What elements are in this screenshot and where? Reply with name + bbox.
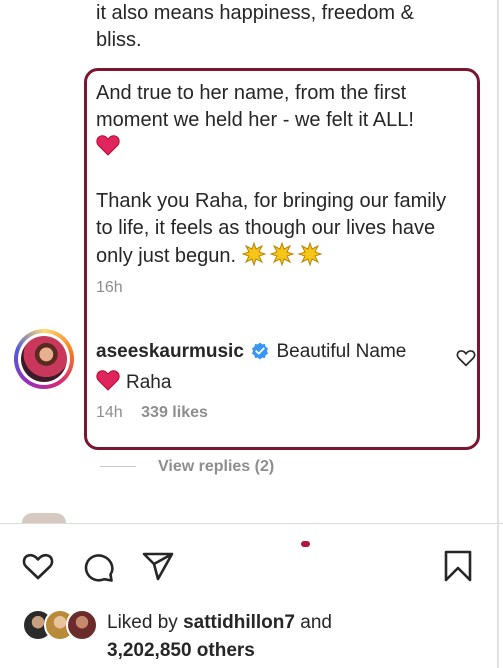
share-paper-plane-icon[interactable] — [140, 548, 176, 584]
caption-paragraph-2: Thank you Raha, for bringing our family … — [96, 188, 456, 274]
comment-timestamp: 14h — [96, 404, 123, 421]
comment-heart-emoji-icon — [96, 369, 120, 400]
liked-by-username[interactable]: sattidhillon7 — [183, 612, 295, 633]
comment-username[interactable]: aseeskaurmusic — [96, 341, 244, 362]
liked-by-summary: Liked by sattidhillon7 and 3,202,850 oth… — [107, 609, 332, 665]
sparkle-emoji-icons — [241, 241, 326, 274]
right-edge-border — [497, 0, 499, 668]
view-replies-label: View replies (2) — [158, 458, 275, 475]
liked-by-avatars[interactable] — [22, 609, 102, 641]
view-replies-link[interactable]: View replies (2) — [100, 458, 274, 476]
commenter-avatar[interactable] — [14, 329, 74, 389]
next-comment-avatar-partial[interactable] — [22, 513, 66, 523]
avatar-photo — [21, 336, 67, 382]
comment-text-part-1: Beautiful Name — [276, 341, 407, 362]
comment-body: aseeskaurmusic Beautiful Name Raha — [96, 338, 436, 400]
section-divider — [0, 523, 503, 524]
replies-divider-line — [100, 466, 136, 468]
liked-by-prefix: Liked by — [107, 612, 178, 633]
comment-meta: 14h 339 likes — [96, 404, 208, 422]
caption-paragraph-1: And true to her name, from the first mom… — [96, 80, 456, 164]
liker-avatar-3 — [66, 609, 98, 641]
verified-badge-icon — [251, 341, 269, 369]
caption-text-top: it also means happiness, freedom & bliss… — [96, 2, 414, 51]
red-heart-emoji-icon — [96, 134, 120, 164]
like-heart-icon[interactable] — [20, 548, 56, 584]
comment-bubble-icon[interactable] — [80, 548, 116, 584]
caption-timestamp: 16h — [96, 279, 123, 296]
carousel-indicator-dot — [301, 541, 310, 547]
comment-like-heart-icon[interactable] — [456, 349, 476, 372]
comment-likes-count[interactable]: 339 likes — [141, 404, 208, 421]
liked-by-conj: and — [300, 612, 332, 633]
liked-by-others-count[interactable]: 3,202,850 others — [107, 640, 255, 661]
caption-paragraph-1-text: And true to her name, from the first mom… — [96, 82, 414, 131]
save-bookmark-icon[interactable] — [440, 548, 476, 584]
comment-text-part-2: Raha — [126, 372, 172, 393]
avatar-inner-ring — [18, 333, 70, 385]
